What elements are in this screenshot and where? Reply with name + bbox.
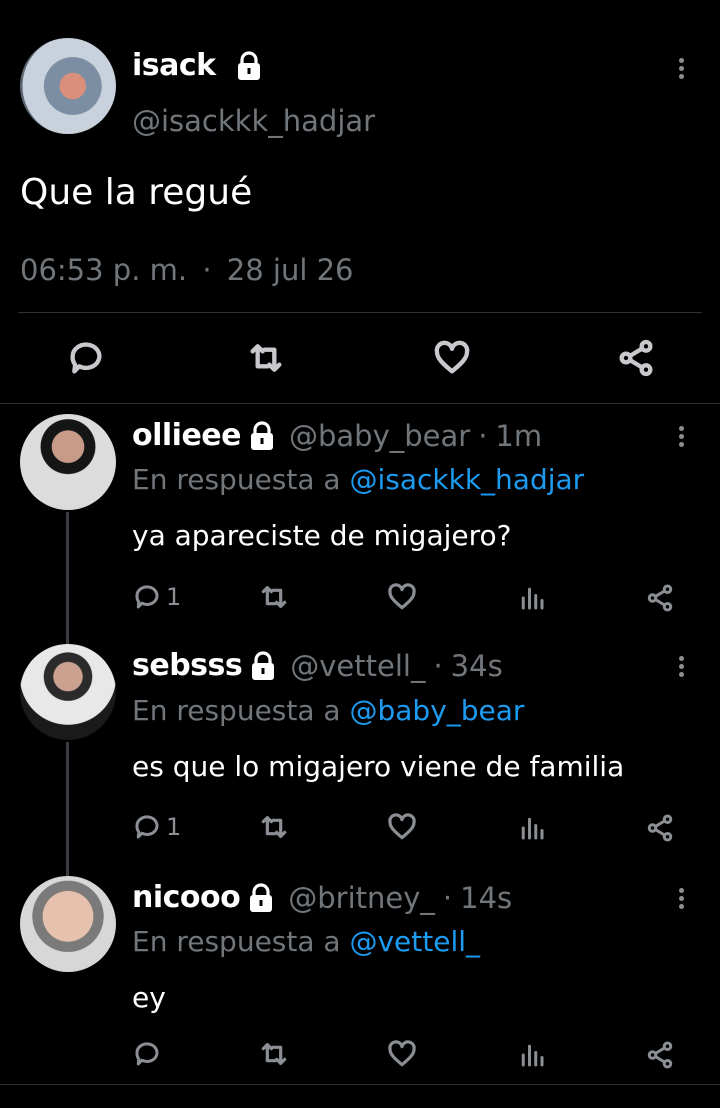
author-handle[interactable]: @britney_ <box>288 881 435 915</box>
reply-header: sebsss @vettell_ · 34s <box>132 648 503 683</box>
reply-text: ey <box>132 981 166 1014</box>
reply-to-prefix: En respuesta a <box>132 925 341 958</box>
tweet-timestamp[interactable]: 06:53 p. m. · 28 jul 26 <box>20 253 354 287</box>
more-options-icon[interactable] <box>669 885 693 915</box>
avatar[interactable] <box>20 876 116 972</box>
stats-icon[interactable] <box>517 1040 547 1070</box>
tweet-time: 06:53 p. m. <box>20 253 188 287</box>
lock-icon <box>251 420 273 450</box>
share-icon[interactable] <box>645 583 675 613</box>
author-name[interactable]: nicooo <box>132 880 241 915</box>
lock-icon <box>252 650 275 680</box>
reply-to-prefix: En respuesta a <box>132 463 341 496</box>
avatar[interactable] <box>20 644 116 740</box>
reply-to-line: En respuesta a @baby_bear <box>132 694 524 727</box>
like-icon[interactable] <box>432 338 472 378</box>
reply-time: 14s <box>460 880 513 915</box>
reply-count: 1 <box>166 583 182 611</box>
divider <box>0 403 720 404</box>
reply-to-mention[interactable]: @isackkk_hadjar <box>349 463 584 496</box>
more-options-icon[interactable] <box>669 55 693 85</box>
share-icon[interactable] <box>645 813 675 843</box>
dot-separator: · <box>433 648 443 683</box>
divider <box>0 1084 720 1085</box>
stats-icon[interactable] <box>517 813 547 843</box>
avatar[interactable] <box>20 414 116 510</box>
dot-separator: · <box>478 418 488 453</box>
retweet-icon[interactable] <box>258 581 290 613</box>
reply-to-mention[interactable]: @baby_bear <box>349 694 524 727</box>
reply-count: 1 <box>166 813 182 841</box>
reply-text: es que lo migajero viene de familia <box>132 750 625 783</box>
reply-text: ya apareciste de migajero? <box>132 519 512 552</box>
avatar[interactable] <box>20 38 116 134</box>
dot-separator: · <box>202 253 212 287</box>
divider <box>18 312 702 313</box>
reply-icon[interactable] <box>66 338 106 378</box>
author-handle[interactable]: @vettell_ <box>290 649 425 683</box>
lock-icon <box>238 51 260 80</box>
tweet-text: Que la regué <box>20 172 253 213</box>
thread-line <box>66 742 69 876</box>
stats-icon[interactable] <box>517 583 547 613</box>
reply-to-prefix: En respuesta a <box>132 694 341 727</box>
tweet-date: 28 jul 26 <box>226 253 354 287</box>
share-icon[interactable] <box>645 1040 675 1070</box>
reply-to-line: En respuesta a @vettell_ <box>132 925 480 958</box>
retweet-icon[interactable] <box>258 1038 290 1070</box>
dot-separator: · <box>442 880 453 915</box>
like-icon[interactable] <box>386 1038 418 1070</box>
reply-icon[interactable] <box>132 812 162 842</box>
reply-time: 34s <box>450 648 503 683</box>
like-icon[interactable] <box>386 581 418 613</box>
reply-time: 1m <box>495 418 543 453</box>
reply-icon[interactable] <box>132 582 162 612</box>
author-handle[interactable]: @isackkk_hadjar <box>132 104 375 138</box>
more-options-icon[interactable] <box>669 423 693 453</box>
share-icon[interactable] <box>616 338 656 378</box>
reply-to-line: En respuesta a @isackkk_hadjar <box>132 463 584 496</box>
author-name[interactable]: isack <box>132 48 216 83</box>
author-name[interactable]: sebsss <box>132 648 243 683</box>
like-icon[interactable] <box>386 811 418 843</box>
author-name[interactable]: ollieee <box>132 418 242 453</box>
lock-icon <box>250 882 273 912</box>
author-handle[interactable]: @baby_bear <box>289 419 470 453</box>
reply-header: ollieee @baby_bear · 1m <box>132 418 542 453</box>
reply-to-mention[interactable]: @vettell_ <box>349 925 480 958</box>
more-options-icon[interactable] <box>669 653 693 683</box>
reply-icon[interactable] <box>132 1039 162 1069</box>
retweet-icon[interactable] <box>246 338 286 378</box>
retweet-icon[interactable] <box>258 811 290 843</box>
reply-header: nicooo @britney_ · 14s <box>132 880 512 915</box>
thread-line <box>66 512 69 646</box>
